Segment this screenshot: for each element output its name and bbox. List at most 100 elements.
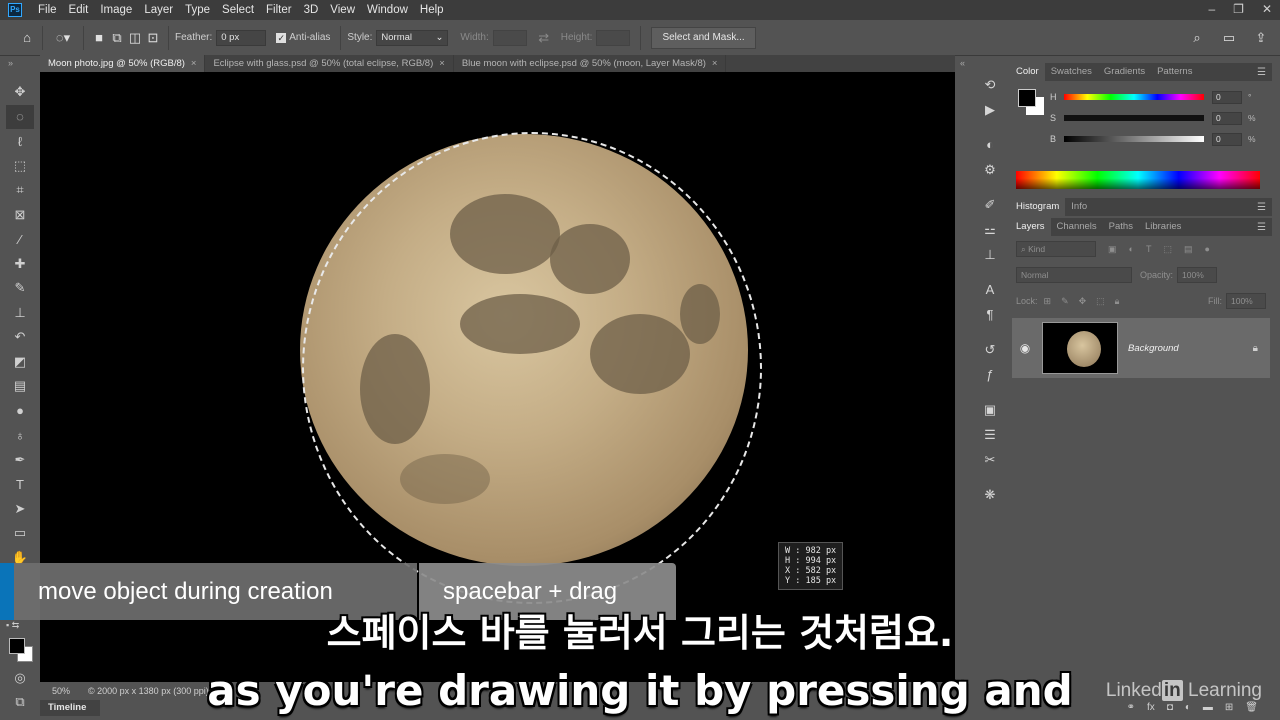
paragraph-icon[interactable]: ¶ xyxy=(975,302,1005,327)
notes-icon[interactable]: ▣ xyxy=(975,397,1005,422)
saturation-track[interactable] xyxy=(1064,115,1204,121)
hue-slider[interactable]: H 0 ° xyxy=(1050,90,1265,104)
healing-brush-tool-icon[interactable]: ✚ xyxy=(6,252,34,277)
clone-stamp-tool-icon[interactable]: ⊥ xyxy=(6,301,34,326)
new-selection-icon[interactable]: ■ xyxy=(90,29,108,47)
brushes-icon[interactable]: ✐ xyxy=(975,192,1005,217)
elliptical-selection-marquee[interactable] xyxy=(302,132,762,604)
width-input[interactable] xyxy=(492,29,527,46)
share-icon[interactable]: ⇪ xyxy=(1252,29,1270,47)
tab-moon-photo[interactable]: Moon photo.jpg @ 50% (RGB/8) × xyxy=(40,55,206,72)
tools-scissors-icon[interactable]: ✂ xyxy=(975,447,1005,472)
color-foreground-swatch[interactable] xyxy=(1018,89,1036,107)
feather-input[interactable]: 0 px xyxy=(216,29,267,46)
menu-view[interactable]: View xyxy=(324,0,361,20)
hue-value[interactable]: 0 xyxy=(1212,90,1242,104)
menu-help[interactable]: Help xyxy=(414,0,450,20)
tab-channels[interactable]: Channels xyxy=(1051,218,1103,236)
hue-track[interactable] xyxy=(1064,94,1204,100)
panel-menu-icon[interactable]: ☰ xyxy=(1257,222,1266,233)
filter-smart-object-icon[interactable]: ▤ xyxy=(1184,244,1193,255)
dodge-tool-icon[interactable]: ♁ xyxy=(6,423,34,448)
tab-histogram[interactable]: Histogram xyxy=(1010,198,1066,216)
pen-tool-icon[interactable]: ✒ xyxy=(6,448,34,473)
clone-source-icon[interactable]: ⊥ xyxy=(975,242,1005,267)
close-icon[interactable]: ✕ xyxy=(1262,0,1272,18)
adjustments-icon[interactable]: ◐ xyxy=(975,132,1005,157)
filter-toggle-icon[interactable]: ● xyxy=(1204,244,1209,255)
menu-filter[interactable]: Filter xyxy=(260,0,298,20)
close-icon[interactable]: × xyxy=(439,58,445,69)
swap-dimensions-icon[interactable]: ⇄ xyxy=(535,29,553,47)
tab-layers[interactable]: Layers xyxy=(1010,218,1051,236)
character-icon[interactable]: A xyxy=(975,277,1005,302)
history-brush-tool-icon[interactable]: ↶ xyxy=(6,325,34,350)
panel-menu-icon[interactable]: ☰ xyxy=(1257,202,1266,213)
lock-position-icon[interactable]: ✥ xyxy=(1079,296,1087,307)
layer-lock-icon[interactable]: 🔒︎ xyxy=(1253,343,1258,354)
brush-tool-icon[interactable]: ✎ xyxy=(6,276,34,301)
menu-select[interactable]: Select xyxy=(216,0,260,20)
add-to-selection-icon[interactable]: ⧉ xyxy=(108,29,126,47)
layer-name[interactable]: Background xyxy=(1128,343,1179,354)
search-icon[interactable]: ⌕ xyxy=(1188,29,1206,47)
eyedropper-tool-icon[interactable]: ⁄ xyxy=(6,227,34,252)
style-dropdown[interactable]: Normal ⌄ xyxy=(376,29,449,46)
minimize-icon[interactable]: – xyxy=(1208,0,1215,18)
filter-pixel-icon[interactable]: ▣ xyxy=(1108,244,1117,255)
move-tool-icon[interactable]: ✥ xyxy=(6,80,34,105)
lock-all-icon[interactable]: 🔒︎ xyxy=(1115,296,1120,307)
fill-input[interactable]: 100% xyxy=(1226,293,1266,309)
menu-file[interactable]: File xyxy=(32,0,63,20)
filter-adjustment-icon[interactable]: ◐ xyxy=(1129,244,1134,255)
lasso-tool-icon[interactable]: ℓ xyxy=(6,129,34,154)
type-tool-icon[interactable]: T xyxy=(6,472,34,497)
3d-icon[interactable]: ❋ xyxy=(975,482,1005,507)
color-spectrum[interactable] xyxy=(1016,171,1260,189)
blend-mode-dropdown[interactable]: Normal xyxy=(1016,267,1132,283)
lock-transparent-icon[interactable]: ⊞ xyxy=(1044,296,1052,307)
saturation-value[interactable]: 0 xyxy=(1212,111,1242,125)
tab-patterns[interactable]: Patterns xyxy=(1151,63,1198,81)
tab-libraries[interactable]: Libraries xyxy=(1139,218,1187,236)
actions-play-icon[interactable]: ▶ xyxy=(975,97,1005,122)
panel-menu-icon[interactable]: ☰ xyxy=(1257,67,1266,78)
brightness-value[interactable]: 0 xyxy=(1212,132,1242,146)
properties-icon[interactable]: ⚙ xyxy=(975,157,1005,182)
elliptical-marquee-tool-icon[interactable]: ◌ xyxy=(6,104,34,129)
lock-image-icon[interactable]: ✎ xyxy=(1061,296,1069,307)
select-and-mask-button[interactable]: Select and Mask... xyxy=(651,26,756,49)
tab-color[interactable]: Color xyxy=(1010,63,1045,81)
saturation-slider[interactable]: S 0 % xyxy=(1050,111,1265,125)
menu-window[interactable]: Window xyxy=(361,0,414,20)
history-icon[interactable]: ⟲ xyxy=(975,72,1005,97)
frame-tool-icon[interactable]: ⊠ xyxy=(6,203,34,228)
toolbar-collapse-icon[interactable]: » xyxy=(8,58,13,68)
brightness-slider[interactable]: B 0 % xyxy=(1050,132,1265,146)
tab-eclipse-with-glass[interactable]: Eclipse with glass.psd @ 50% (total ecli… xyxy=(205,55,454,72)
path-selection-tool-icon[interactable]: ➤ xyxy=(6,497,34,522)
intersect-selection-icon[interactable]: ⊡ xyxy=(144,29,162,47)
visibility-eye-icon[interactable]: ◉ xyxy=(1012,341,1038,355)
tab-blue-moon[interactable]: Blue moon with eclipse.psd @ 50% (moon, … xyxy=(453,55,727,72)
object-selection-tool-icon[interactable]: ⬚ xyxy=(6,154,34,179)
tab-swatches[interactable]: Swatches xyxy=(1045,63,1098,81)
blur-tool-icon[interactable]: ● xyxy=(6,399,34,424)
layer-row-background[interactable]: ◉ Background 🔒︎ xyxy=(1012,318,1270,378)
height-input[interactable] xyxy=(596,29,631,46)
menu-image[interactable]: Image xyxy=(94,0,138,20)
subtract-from-selection-icon[interactable]: ◫ xyxy=(126,29,144,47)
styles-fx-icon[interactable]: ƒ xyxy=(975,362,1005,387)
panel-collapse-icon[interactable]: « xyxy=(960,58,965,68)
tab-gradients[interactable]: Gradients xyxy=(1098,63,1151,81)
filter-shape-icon[interactable]: ⬚ xyxy=(1163,244,1172,255)
restore-icon[interactable]: ❐ xyxy=(1233,0,1244,18)
menu-layer[interactable]: Layer xyxy=(138,0,179,20)
antialias-checkbox[interactable]: ✓ xyxy=(276,32,287,43)
brightness-track[interactable] xyxy=(1064,136,1204,142)
elliptical-marquee-preset-icon[interactable]: ◌▾ xyxy=(49,29,77,47)
close-icon[interactable]: × xyxy=(712,58,718,69)
glyphs-icon[interactable]: ↺ xyxy=(975,337,1005,362)
home-icon[interactable]: ⌂ xyxy=(18,29,36,47)
workspace-icon[interactable]: ▭ xyxy=(1220,29,1238,47)
